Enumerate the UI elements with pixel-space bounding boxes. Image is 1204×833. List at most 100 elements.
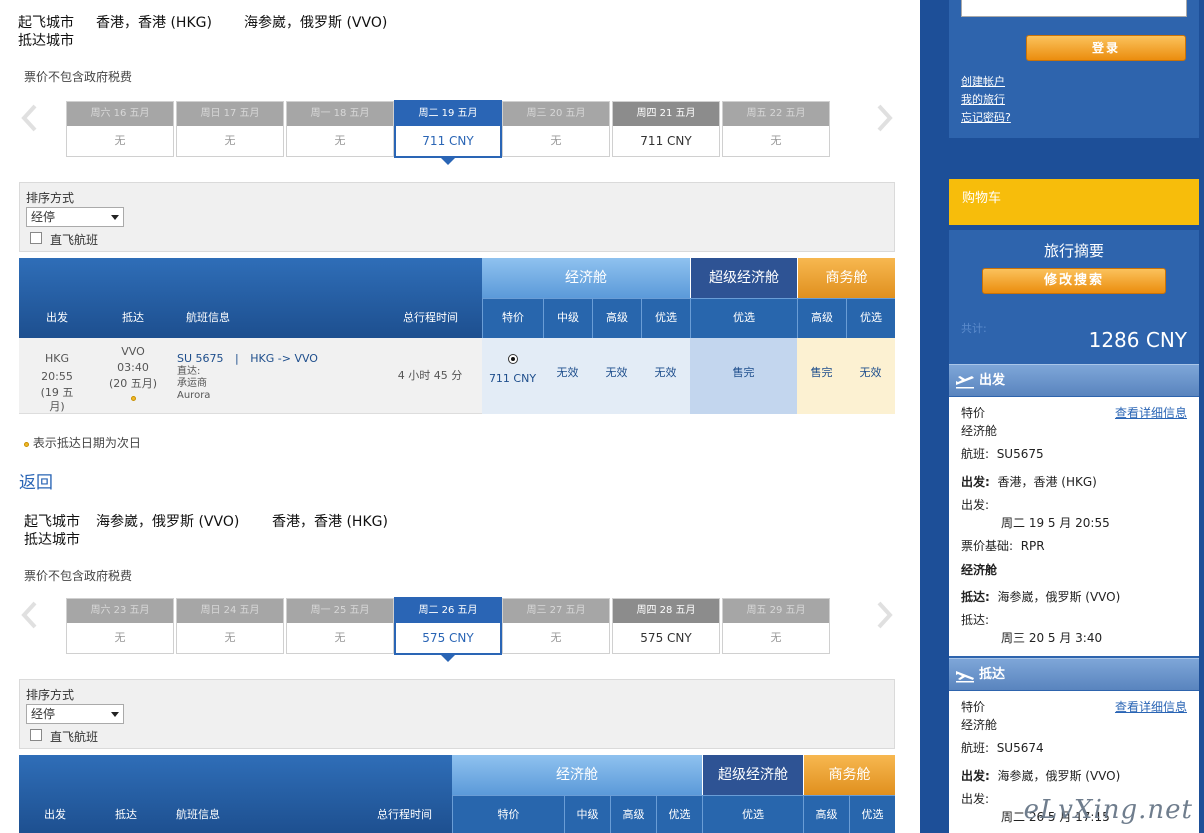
next-week-arrow-icon[interactable] — [876, 600, 894, 630]
arrive-city-label: 抵达城市 — [24, 532, 80, 548]
date-option[interactable]: 周日 17 五月无 — [176, 101, 284, 157]
date-label: 周六 16 五月 — [67, 102, 173, 126]
col-super-pref: 优选 — [702, 795, 803, 833]
col-mid: 中级 — [564, 795, 610, 833]
carrier-name: Aurora — [177, 390, 211, 401]
to-label: 抵达: — [961, 590, 990, 604]
password-field[interactable] — [961, 0, 1187, 17]
sort-select[interactable]: 经停 — [26, 207, 124, 227]
col-duration: 总行程时间 — [403, 311, 458, 324]
prev-week-arrow-icon[interactable] — [20, 103, 38, 133]
outbound-section: 起飞城市 抵达城市 香港，香港 (HKG) 海参崴，俄罗斯 (VVO) 票价不包… — [0, 0, 920, 460]
from-city: 海参崴，俄罗斯 (VVO) — [96, 514, 240, 530]
landing-plane-icon — [956, 671, 974, 683]
direct-flight-checkbox[interactable] — [30, 729, 42, 741]
date-option-selected[interactable]: 周二 26 五月 575 CNY — [394, 597, 502, 662]
date-label: 周日 24 五月 — [177, 599, 283, 623]
forgot-password-link[interactable]: 忘记密码? — [961, 109, 1011, 125]
sort-value: 经停 — [31, 707, 56, 721]
sort-title: 排序方式 — [26, 191, 75, 205]
date-label: 周三 27 五月 — [503, 599, 609, 623]
sort-title: 排序方式 — [26, 688, 75, 702]
cabin-class-bold: 经济舱 — [961, 563, 998, 577]
date-option[interactable]: 周六 23 五月无 — [66, 598, 174, 654]
col-duration: 总行程时间 — [377, 808, 432, 821]
date-option[interactable]: 周四 21 五月 711 CNY — [612, 101, 720, 157]
col-pref: 优选 — [641, 298, 690, 338]
sort-select[interactable]: 经停 — [26, 704, 124, 724]
cart-label: 购物车 — [962, 191, 1002, 206]
to-city: 海参崴，俄罗斯 (VVO) — [244, 15, 388, 31]
cabin-class: 经济舱 — [961, 424, 998, 438]
shopping-cart[interactable]: 购物车 — [949, 179, 1199, 225]
depart-time-label: 出发: — [961, 792, 990, 806]
view-details-link[interactable]: 查看详细信息 — [1115, 404, 1187, 422]
flight-number: SU5674 — [996, 741, 1044, 755]
summary-title: 旅行摘要 — [1043, 242, 1104, 260]
date-option-selected[interactable]: 周二 19 五月 711 CNY — [394, 100, 502, 165]
next-week-arrow-icon[interactable] — [876, 103, 894, 133]
date-option[interactable]: 周一 25 五月无 — [286, 598, 394, 654]
depart-city-label: 起飞城市 — [24, 514, 80, 530]
tax-note: 票价不包含政府税费 — [24, 70, 133, 84]
table-row: HKG 20:55 (19 五月) VVO 03:40 (20 五月) SU 5… — [19, 338, 895, 414]
login-button[interactable]: 登录 — [1026, 35, 1186, 61]
selected-indicator-icon — [440, 654, 456, 662]
col-special: 特价 — [482, 298, 543, 338]
dep-date: (19 五月) — [40, 386, 74, 413]
fare-super-pref-cell: 售完 — [732, 366, 755, 379]
outbound-band: 出发 — [949, 364, 1199, 396]
date-option[interactable]: 周四 28 五月 575 CNY — [612, 598, 720, 654]
modify-search-button[interactable]: 修改搜索 — [982, 268, 1166, 294]
fare-mid-cell: 无效 — [556, 366, 579, 379]
date-option[interactable]: 周日 24 五月无 — [176, 598, 284, 654]
flight-number-line[interactable]: SU 5675 | HKG -> VVO — [177, 352, 377, 366]
flight-info-cell: SU 5675 | HKG -> VVO 直达: 承运商 Aurora — [177, 352, 377, 402]
my-trips-link[interactable]: 我的旅行 — [961, 91, 1005, 107]
date-price: 无 — [550, 134, 562, 147]
view-details-link[interactable]: 查看详细信息 — [1115, 698, 1187, 716]
col-high: 高级 — [610, 795, 656, 833]
date-carousel: 周六 23 五月无 周日 24 五月无 周一 25 五月无 周二 26 五月 57… — [66, 597, 836, 662]
col-arrive: 抵达 — [115, 808, 137, 821]
flight-table-header: 经济舱 超级经济舱 商务舱 出发 抵达 航班信息 总行程时间 特价 中级 高级 … — [19, 755, 895, 833]
date-option[interactable]: 周五 29 五月无 — [722, 598, 830, 654]
date-option[interactable]: 周一 18 五月无 — [286, 101, 394, 157]
date-option[interactable]: 周三 27 五月无 — [502, 598, 610, 654]
date-price: 575 CNY — [640, 631, 692, 645]
chevron-down-icon — [111, 215, 119, 220]
col-pref: 优选 — [656, 795, 702, 833]
inbound-band: 抵达 — [949, 658, 1199, 690]
date-price: 711 CNY — [640, 134, 692, 148]
date-label: 周一 25 五月 — [287, 599, 393, 623]
date-label: 周六 23 五月 — [67, 599, 173, 623]
col-super-pref: 优选 — [690, 298, 797, 338]
date-option[interactable]: 周六 16 五月无 — [66, 101, 174, 157]
fare-radio[interactable] — [507, 354, 518, 364]
from-city: 香港，香港 (HKG) — [997, 475, 1097, 489]
fare-special-cell[interactable]: 711 CNY — [482, 338, 543, 414]
direct-flight-checkbox[interactable] — [30, 232, 42, 244]
date-label: 周四 28 五月 — [613, 599, 719, 623]
date-option[interactable]: 周五 22 五月无 — [722, 101, 830, 157]
col-bus-pref: 优选 — [846, 298, 895, 338]
prev-week-arrow-icon[interactable] — [20, 600, 38, 630]
date-price: 575 CNY — [422, 631, 474, 645]
from-label: 出发: — [961, 475, 990, 489]
inbound-section: 起飞城市 抵达城市 海参崴，俄罗斯 (VVO) 香港，香港 (HKG) 票价不包… — [0, 497, 920, 833]
col-special: 特价 — [452, 795, 564, 833]
date-label: 周日 17 五月 — [177, 102, 283, 126]
col-bus-high: 高级 — [797, 298, 846, 338]
depart-time: 周二 19 5 月 20:55 — [1001, 516, 1110, 530]
col-depart: 出发 — [46, 311, 68, 324]
to-city: 海参崴，俄罗斯 (VVO) — [997, 590, 1121, 604]
cabin-business-header: 商务舱 — [803, 755, 895, 795]
create-account-link[interactable]: 创建帐户 — [961, 73, 1005, 89]
date-label: 周五 22 五月 — [723, 102, 829, 126]
arr-code: VVO — [121, 345, 145, 358]
carrier-label: 承运商 — [177, 378, 207, 389]
date-option[interactable]: 周三 20 五月无 — [502, 101, 610, 157]
legend-text: 表示抵达日期为次日 — [32, 436, 141, 450]
fare-high-cell: 无效 — [605, 366, 628, 379]
fare-pref-cell: 无效 — [654, 366, 677, 379]
